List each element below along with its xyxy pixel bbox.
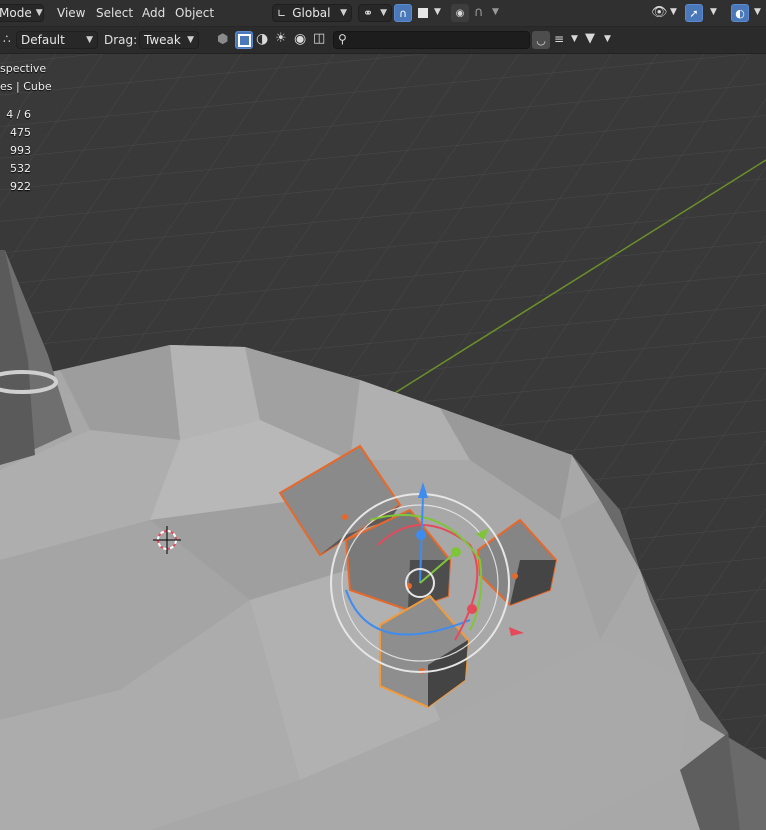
menu-view[interactable]: View <box>57 6 85 20</box>
paint-brush-icon[interactable]: ◫ <box>313 31 325 46</box>
pivot-dropdown[interactable]: Default ▼ <box>16 31 98 49</box>
stat-triangles: 922 <box>10 180 31 193</box>
magnet-icon: ∩ <box>398 6 408 20</box>
outliner-filter-icon[interactable]: ≡ <box>554 32 564 46</box>
stat-edges: 993 <box>10 144 31 157</box>
shading-solid-button[interactable] <box>235 31 253 49</box>
viewport-header: Mode ▼ View Select Add Object ∟ Global ▼… <box>0 0 766 27</box>
pivot-label: Default <box>21 33 65 47</box>
proportional-edit-icon: ◉ <box>455 7 465 19</box>
chevron-down-icon: ▼ <box>35 8 43 18</box>
pivot-point-dropdown[interactable]: ⚭ ▼ <box>358 4 392 22</box>
chevron-down-icon: ▼ <box>340 8 347 18</box>
solid-shading-icon <box>237 33 251 47</box>
stat-vertices: 475 <box>10 126 31 139</box>
chevron-down-icon[interactable]: ▼ <box>670 7 677 17</box>
menu-add[interactable]: Add <box>142 6 165 20</box>
chevron-down-icon: ▼ <box>380 8 387 18</box>
search-input[interactable]: ⚲ <box>333 31 530 49</box>
stat-objects: 4 / 6 <box>6 108 31 121</box>
orientation-icon: ∟ <box>277 6 287 20</box>
menu-select[interactable]: Select <box>96 6 133 20</box>
proportional-edit-button[interactable]: ◉ <box>451 4 469 22</box>
shading-rendered-icon[interactable]: ◉ <box>294 31 306 47</box>
chevron-down-icon[interactable]: ▼ <box>604 34 611 44</box>
mode-label: Mode <box>0 6 32 20</box>
mode-dropdown[interactable]: Mode ▼ <box>0 4 44 22</box>
chevron-down-icon[interactable]: ▼ <box>754 7 761 17</box>
chevron-down-icon[interactable]: ▼ <box>434 7 441 17</box>
snap-toggle-button[interactable]: ∩ <box>394 4 412 22</box>
shading-material-icon[interactable]: ◑ <box>256 31 268 47</box>
drag-value: Tweak <box>144 33 181 47</box>
curve-toggle-button[interactable]: ◡ <box>532 31 550 49</box>
snap-increment-icon <box>418 8 428 18</box>
drag-dropdown[interactable]: Tweak ▼ <box>139 31 199 49</box>
pivot-icon: ⚭ <box>363 6 374 20</box>
chevron-down-icon[interactable]: ▼ <box>571 34 578 44</box>
overlays-icon: ◐ <box>735 6 745 20</box>
3d-viewport[interactable]: spective es | Cube 4 / 6 475 993 532 922 <box>0 54 766 830</box>
orientation-label: Global <box>292 6 331 20</box>
chevron-down-icon: ▼ <box>86 35 93 45</box>
stat-faces: 532 <box>10 162 31 175</box>
transform-orientation-dropdown[interactable]: ∟ Global ▼ <box>272 4 352 22</box>
menu-object[interactable]: Object <box>175 6 214 20</box>
falloff-curve-icon[interactable]: ∩ <box>474 5 484 20</box>
chevron-down-icon[interactable]: ▼ <box>492 7 499 17</box>
xray-cube-icon[interactable]: ⬢ <box>217 32 228 47</box>
tool-settings-header: ∴ Default ▼ Drag: Tweak ▼ ⬢ ◑ ☀ ◉ ◫ ⚲ ◡ … <box>0 27 766 54</box>
snap-target-dropdown[interactable] <box>414 4 432 22</box>
scene-stats: 4 / 6 475 993 532 922 <box>0 108 31 198</box>
pivot-tool-icon: ∴ <box>3 32 11 46</box>
view-name-label: spective <box>0 62 47 75</box>
drag-label: Drag: <box>104 33 138 47</box>
shading-texture-icon[interactable]: ☀ <box>275 31 287 46</box>
overlays-toggle-button[interactable]: ◐ <box>731 4 749 22</box>
visibility-eye-icon[interactable]: 👁 <box>651 5 668 20</box>
search-icon: ⚲ <box>338 32 347 46</box>
chevron-down-icon: ▼ <box>187 35 194 45</box>
chevron-down-icon[interactable]: ▼ <box>710 7 717 17</box>
collection-label: es | Cube <box>0 80 52 93</box>
gizmo-toggle-button[interactable]: ➚ <box>685 4 703 22</box>
gizmo-icon: ➚ <box>689 6 699 20</box>
curve-icon: ◡ <box>536 33 546 47</box>
filter-funnel-icon[interactable]: ▼ <box>585 31 595 46</box>
